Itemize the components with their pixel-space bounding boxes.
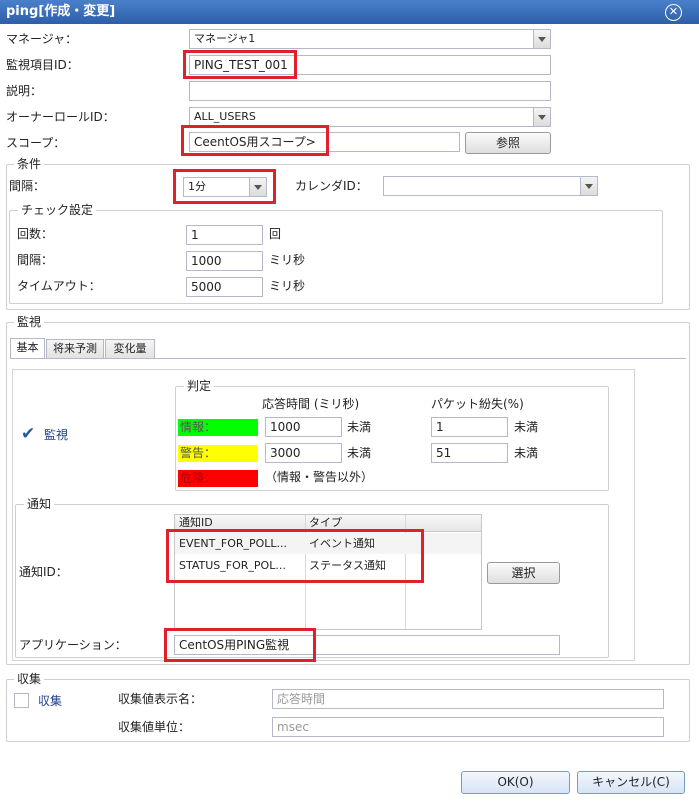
monitor-checkbox[interactable]: ✔ (21, 424, 36, 444)
info-response-unit: 未満 (347, 420, 372, 434)
tab-divider (10, 358, 686, 359)
collect-checkbox[interactable] (14, 693, 29, 708)
collect-display-name-input[interactable]: 応答時間 (272, 689, 664, 709)
ok-button[interactable]: OK(O) (461, 771, 570, 794)
collect-display-name-label: 収集値表示名： (118, 692, 203, 706)
owner-role-label: オーナーロールID： (6, 110, 115, 124)
info-packet-unit: 未満 (514, 420, 539, 434)
tab-basic[interactable]: 基本 (10, 338, 45, 359)
critical-description: （情報・警告以外） (265, 470, 374, 484)
close-icon[interactable]: ✕ (665, 4, 682, 21)
scope-label: スコープ： (6, 136, 66, 150)
collect-legend: 収集 (14, 672, 45, 686)
chevron-down-icon[interactable] (533, 30, 550, 48)
manager-select[interactable]: マネージャ1 (189, 29, 551, 49)
description-label: 説明： (6, 84, 43, 98)
scope-browse-button[interactable]: 参照 (465, 132, 551, 154)
owner-role-value: ALL_USERS (194, 110, 256, 123)
manager-value: マネージャ1 (194, 32, 256, 45)
warning-packet-unit: 未満 (514, 446, 539, 460)
highlight-box (181, 125, 329, 156)
highlight-box (183, 50, 297, 79)
tab-change-amount[interactable]: 変化量 (105, 339, 155, 359)
timeout-unit: ミリ秒 (269, 279, 306, 293)
info-response-input[interactable]: 1000 (265, 417, 342, 437)
timeout-input[interactable]: 5000 (186, 277, 263, 297)
highlight-box (164, 628, 316, 662)
critical-swatch: 危険： (178, 470, 258, 487)
collect-enable-label: 収集 (38, 694, 63, 708)
application-label: アプリケーション： (19, 638, 127, 652)
monitor-enable-label: 監視 (44, 428, 69, 442)
response-time-header: 応答時間 (ミリ秒) (262, 397, 360, 411)
monitor-id-label: 監視項目ID： (6, 58, 79, 72)
collect-unit-label: 収集値単位： (118, 720, 191, 734)
owner-role-select[interactable]: ALL_USERS (189, 107, 551, 127)
monitor-legend: 監視 (14, 315, 45, 329)
count-unit: 回 (269, 227, 282, 241)
calendar-label: カレンダID： (295, 179, 368, 193)
info-swatch: 情報： (178, 419, 258, 436)
notify-select-button[interactable]: 選択 (487, 562, 560, 584)
check-interval-input[interactable]: 1000 (186, 251, 263, 271)
description-input[interactable] (189, 81, 551, 101)
chevron-down-icon[interactable] (533, 108, 550, 126)
cancel-button[interactable]: キャンセル(C) (577, 771, 685, 794)
checkmark-icon: ✔ (21, 424, 36, 444)
conditions-legend: 条件 (14, 157, 45, 171)
warning-response-unit: 未満 (347, 446, 372, 460)
highlight-box (166, 529, 424, 583)
collect-unit-input[interactable]: msec (272, 717, 664, 737)
notify-legend: 通知 (24, 497, 55, 511)
check-interval-unit: ミリ秒 (269, 253, 306, 267)
count-label: 回数： (17, 227, 54, 241)
manager-label: マネージャ： (6, 32, 78, 46)
count-input[interactable]: 1 (186, 225, 263, 245)
interval-label: 間隔： (9, 179, 46, 193)
chevron-down-icon[interactable] (580, 177, 597, 195)
warning-response-input[interactable]: 3000 (265, 443, 342, 463)
calendar-select[interactable] (383, 176, 598, 196)
packet-loss-header: パケット紛失(%) (431, 397, 524, 411)
tab-forecast[interactable]: 将来予測 (46, 339, 104, 359)
check-settings-legend: チェック設定 (18, 203, 97, 217)
warning-swatch: 警告： (178, 445, 258, 462)
info-packet-input[interactable]: 1 (431, 417, 508, 437)
check-interval-label: 間隔： (17, 253, 54, 267)
judgement-legend: 判定 (184, 379, 215, 393)
notify-id-label: 通知ID： (19, 565, 68, 579)
timeout-label: タイムアウト： (17, 279, 101, 293)
warning-packet-input[interactable]: 51 (431, 443, 508, 463)
highlight-box (173, 169, 276, 204)
check-settings-group (9, 210, 663, 304)
window-title: ping[作成・変更] (0, 0, 699, 24)
